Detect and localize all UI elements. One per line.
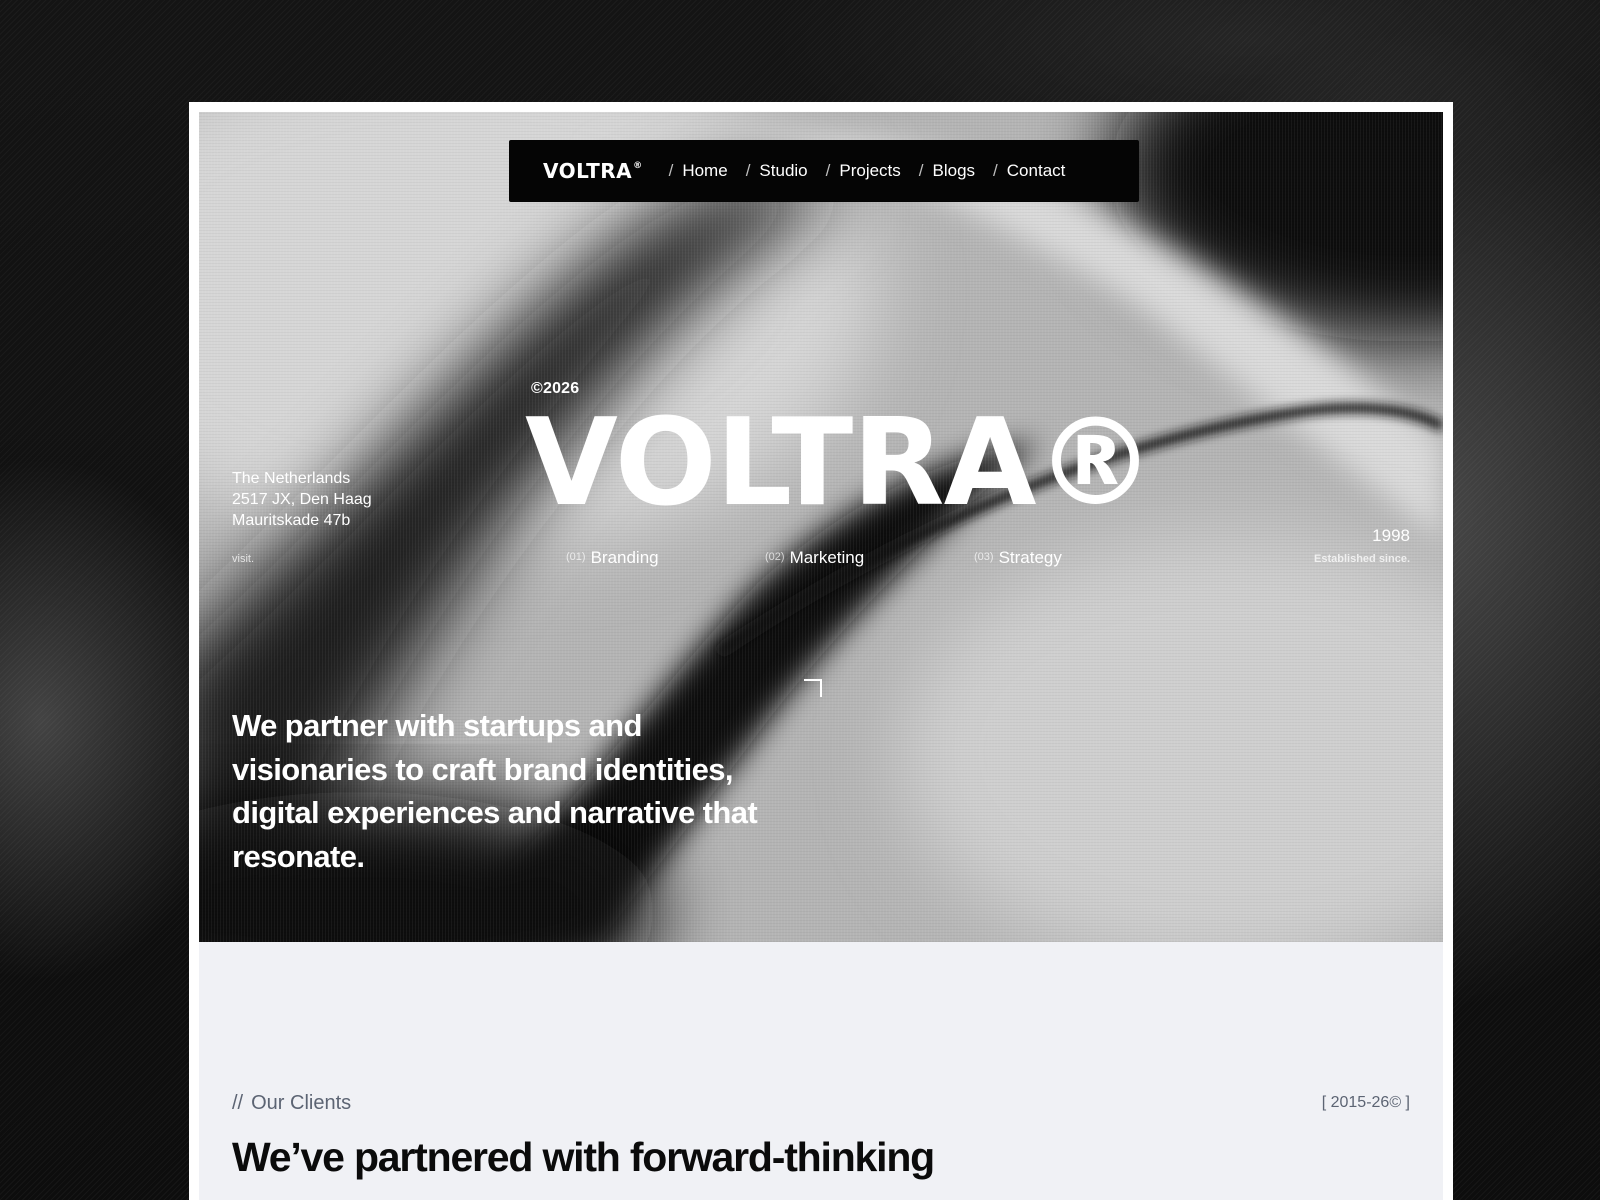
nav-logo[interactable]: VOLTRA® [543,159,643,183]
nav-item-label: Home [682,161,728,180]
established-year: 1998 [1372,526,1410,545]
service-marketing: (02) Marketing [765,548,864,568]
hero-title: VOLTRA® [525,394,1156,533]
address-line: The Netherlands [232,470,351,487]
service-label: Branding [590,548,659,567]
hero-tagline: We partner with startups and visionaries… [232,708,758,874]
hero-section: VOLTRA® / Home / Studio / Projects / Blogs /… [199,112,1443,942]
visit-label: visit. [232,553,254,565]
clients-year-range: [ 2015-26© ] [1321,1094,1410,1111]
nav-item-label: Contact [1006,161,1066,180]
nav-item-projects[interactable]: / Projects [826,161,901,181]
service-number: (01) [566,551,586,563]
nav-item-label: Projects [839,161,901,180]
website-frame: VOLTRA® / Home / Studio / Projects / Blogs /… [189,102,1453,1200]
nav-item-home[interactable]: / Home [669,161,728,181]
address-line: 2517 JX, Den Haag [232,491,372,508]
nav-item-label: Studio [759,161,808,180]
service-branding: (01) Branding [566,548,659,568]
clients-section: //Our Clients [ 2015-26© ] We’ve partner… [199,942,1443,1200]
established-label: Established since. [1314,553,1410,565]
nav-item-contact[interactable]: / Contact [993,161,1065,181]
studio-address: The Netherlands 2517 JX, Den Haag Maurit… [232,468,372,531]
service-label: Strategy [998,548,1062,567]
address-line: Mauritskade 47b [232,512,351,529]
nav-item-blogs[interactable]: / Blogs [919,161,975,181]
nav-item-studio[interactable]: / Studio [746,161,808,181]
top-navigation: VOLTRA® / Home / Studio / Projects / Blogs /… [509,140,1139,202]
section-label-text: Our Clients [251,1092,352,1114]
service-strategy: (03) Strategy [974,548,1062,568]
nav-item-label: Blogs [932,161,976,180]
service-number: (03) [974,551,994,563]
clients-heading: We’ve partnered with forward-thinking [232,1134,935,1180]
corner-bracket-icon [804,679,822,697]
service-number: (02) [765,551,785,563]
section-label: //Our Clients [232,1092,352,1114]
service-label: Marketing [789,548,865,567]
